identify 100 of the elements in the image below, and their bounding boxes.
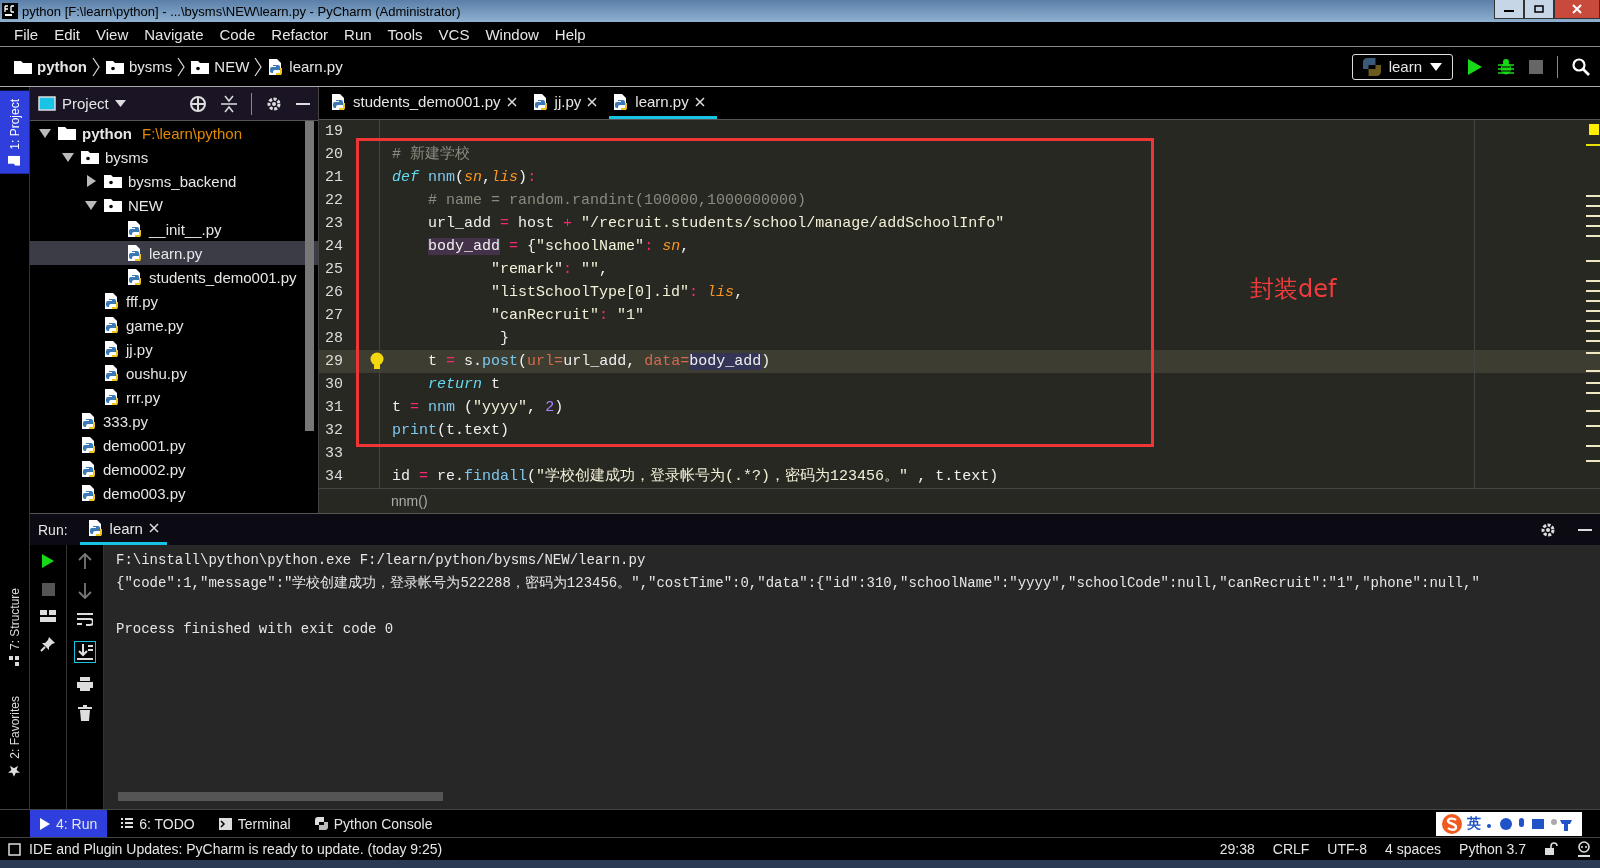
line-number: 20	[324, 145, 344, 166]
scrollbar[interactable]	[118, 792, 443, 801]
menu-item[interactable]: Code	[211, 25, 264, 43]
rerun-icon[interactable]	[41, 553, 55, 569]
breadcrumb-item[interactable]: learn.py	[289, 58, 343, 75]
menu-item[interactable]: Run	[336, 25, 380, 43]
tree-item[interactable]: 333.py	[30, 409, 318, 433]
tree-item[interactable]: demo002.py	[30, 457, 318, 481]
tree-item[interactable]: demo003.py	[30, 481, 318, 505]
soft-wrap-icon[interactable]	[77, 613, 93, 627]
pin-icon[interactable]	[40, 636, 56, 652]
close-icon[interactable]	[506, 96, 517, 107]
menu-item[interactable]: View	[88, 25, 137, 43]
status-message[interactable]: IDE and Plugin Updates: PyCharm is ready to update. (today 9:25)	[29, 841, 443, 857]
maximize-icon	[1534, 5, 1544, 13]
print-icon[interactable]	[77, 677, 93, 691]
scrollbar[interactable]	[305, 121, 314, 431]
folder-icon	[58, 126, 76, 140]
status-item[interactable]: 4 spaces	[1385, 841, 1442, 857]
search-icon[interactable]	[1572, 57, 1590, 76]
trash-icon[interactable]	[78, 705, 92, 721]
event-log-icon[interactable]	[8, 842, 21, 856]
tree-item[interactable]: bysms	[30, 145, 318, 169]
tool-window-tab[interactable]: 4: Run	[30, 810, 108, 837]
stop-icon[interactable]	[1529, 59, 1543, 74]
tree-item[interactable]: learn.py	[30, 241, 318, 265]
caret-icon	[1430, 62, 1442, 71]
bug-icon[interactable]	[1497, 57, 1515, 76]
tool-window-tab[interactable]: 6: TODO	[111, 810, 205, 837]
close-icon[interactable]	[148, 523, 159, 533]
run-config-dropdown[interactable]: learn	[1351, 53, 1453, 80]
run-icon[interactable]	[1467, 57, 1483, 76]
menu-item[interactable]: VCS	[430, 25, 478, 43]
tree-item[interactable]: python F:\learn\python	[30, 121, 318, 145]
down-arrow-icon[interactable]	[78, 583, 92, 599]
tool-window-tab[interactable]: 7: Structure	[0, 580, 29, 675]
tree-item[interactable]: __init__.py	[30, 217, 318, 241]
project-view-dropdown[interactable]: Project	[38, 95, 126, 112]
expand-arrow-icon[interactable]	[61, 150, 75, 164]
editor-breadcrumb[interactable]: nnm()	[391, 493, 428, 510]
editor-tab[interactable]: students_demo001.py	[327, 87, 529, 120]
code-line: "remark": "",	[490, 260, 609, 281]
tree-item[interactable]: bysms_backend	[30, 169, 318, 193]
expand-arrow-icon[interactable]	[84, 174, 98, 188]
ime-toolbar[interactable]: 英	[1436, 811, 1582, 836]
console-output-line: {"code":1,"message":"学校创建成功，登录帐号为522288，密码为123456。","costTime":0,"data":{"id":310,"schoolName":"yyyy","schoolCode":null,"canRecruit":"1","phone":null,"	[116, 574, 1481, 593]
inspector-icon[interactable]	[1576, 841, 1592, 857]
editor-tab[interactable]: learn.py	[609, 87, 717, 120]
menu-item[interactable]: File	[6, 25, 47, 43]
tree-item[interactable]: students_demo001.py	[30, 265, 318, 289]
line-number: 29	[319, 350, 379, 374]
settings-icon[interactable]	[1540, 521, 1556, 538]
line-number: 26	[324, 283, 344, 304]
status-item[interactable]: UTF-8	[1327, 841, 1367, 857]
menu-item[interactable]: Refactor	[263, 25, 337, 43]
maximize-button[interactable]	[1524, 0, 1554, 19]
breadcrumb-item[interactable]: bysms	[129, 58, 173, 75]
folder-icon	[104, 174, 122, 188]
console-output-line: Process finished with exit code 0	[116, 620, 395, 639]
tool-window-tab[interactable]: 1: Project	[0, 91, 29, 174]
up-arrow-icon[interactable]	[78, 553, 92, 569]
close-button[interactable]	[1554, 0, 1600, 19]
menu-item[interactable]: Edit	[46, 25, 89, 43]
collapse-all-icon[interactable]	[221, 94, 237, 113]
status-item[interactable]: 29:38	[1219, 841, 1255, 857]
scroll-to-end-icon[interactable]	[74, 641, 96, 663]
locate-icon[interactable]	[189, 94, 207, 113]
lightbulb-icon[interactable]	[370, 352, 384, 372]
tree-item[interactable]: fff.py	[30, 289, 318, 313]
status-item[interactable]: Python 3.7	[1459, 841, 1526, 857]
python-file-icon	[81, 436, 97, 454]
status-item[interactable]: CRLF	[1272, 841, 1310, 857]
menu-item[interactable]: Help	[546, 25, 594, 43]
tree-item[interactable]: demo001.py	[30, 433, 318, 457]
layout-icon[interactable]	[40, 610, 56, 622]
tree-item[interactable]: jj.py	[30, 337, 318, 361]
minimize-button[interactable]	[1494, 0, 1524, 19]
tool-window-tab[interactable]: Terminal	[208, 810, 301, 837]
menu-item[interactable]: Window	[477, 25, 547, 43]
tree-item[interactable]: rrr.py	[30, 385, 318, 409]
line-number: 22	[324, 191, 344, 212]
expand-arrow-icon[interactable]	[38, 126, 52, 140]
stop-icon[interactable]	[41, 583, 55, 596]
close-icon[interactable]	[587, 96, 598, 107]
menu-item[interactable]: Navigate	[136, 25, 212, 43]
expand-arrow-icon[interactable]	[84, 198, 98, 212]
editor-tab[interactable]: jj.py	[528, 87, 610, 120]
code-line: return t	[427, 375, 501, 396]
tree-item[interactable]: NEW	[30, 193, 318, 217]
lock-icon[interactable]	[1544, 842, 1558, 856]
tree-item[interactable]: oushu.py	[30, 361, 318, 385]
breadcrumb-item[interactable]: python	[37, 58, 87, 75]
tool-window-tab[interactable]: 2: Favorites	[0, 688, 29, 785]
tool-window-tab[interactable]: Python Console	[304, 810, 443, 837]
close-icon[interactable]	[694, 96, 705, 107]
breadcrumb-item[interactable]: NEW	[214, 58, 250, 75]
settings-icon[interactable]	[266, 95, 282, 112]
tree-item[interactable]: game.py	[30, 313, 318, 337]
menu-item[interactable]: Tools	[379, 25, 431, 43]
window-title: python [F:\learn\python] - ...\bysms\NEW\learn.py - PyCharm (Administrator)	[22, 3, 462, 19]
